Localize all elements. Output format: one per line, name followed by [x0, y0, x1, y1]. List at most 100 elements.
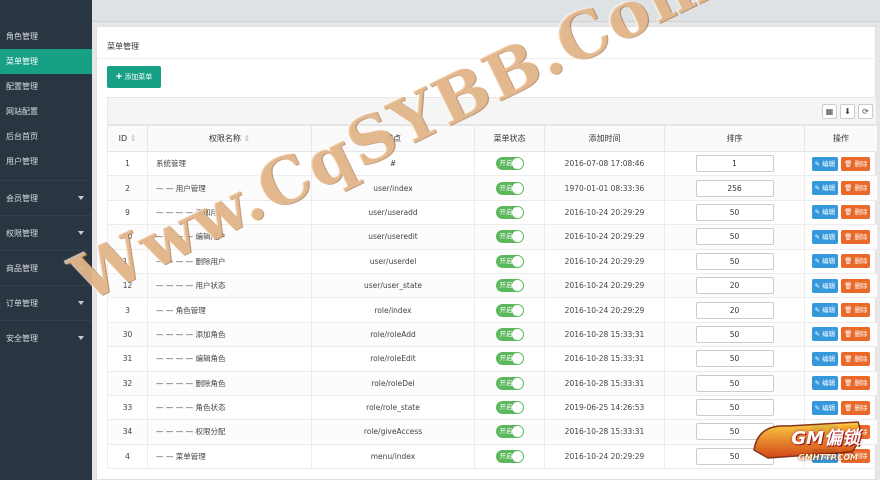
status-toggle[interactable]: 开启: [495, 327, 524, 341]
status-toggle[interactable]: 开启: [495, 425, 524, 439]
trash-icon: 🗑: [844, 306, 853, 315]
status-toggle[interactable]: 开启: [495, 352, 524, 366]
edit-button[interactable]: ✎ 编辑: [811, 327, 839, 342]
cell-time: 2016-10-28 15:33:31: [544, 321, 665, 348]
cell-sort: [664, 175, 805, 201]
table-row: 9— — — — 添加用户 user/useradd 开启 2016-10-24 20…: [107, 199, 878, 226]
cell-id: 32: [107, 370, 148, 396]
status-toggle[interactable]: 开启: [495, 279, 524, 293]
status-toggle[interactable]: 开启: [495, 205, 524, 219]
sort-input[interactable]: [695, 277, 774, 295]
toggle-knob: [511, 377, 523, 389]
status-toggle[interactable]: 开启: [495, 254, 524, 268]
cell-sort: [664, 370, 805, 396]
edit-button[interactable]: ✎ 编辑: [811, 229, 839, 244]
status-toggle[interactable]: 开启: [495, 449, 524, 463]
sort-input[interactable]: [695, 350, 774, 368]
delete-button[interactable]: 🗑 删除: [841, 376, 871, 391]
table-row: 30— — — — 添加角色 role/roleAdd 开启 2016-10-28 1…: [107, 321, 878, 348]
sidebar-item[interactable]: 菜单管理: [0, 49, 92, 74]
main-panel: 菜单管理 + 添加菜单 ▦ ⬇ ⟳ ID ⇕ 权限名称 ⇕ 节点 菜单状态 添加…: [96, 26, 878, 480]
sort-input[interactable]: [695, 325, 774, 343]
cell-status: 开启: [474, 321, 545, 348]
trash-icon: 🗑: [844, 232, 853, 241]
sort-input[interactable]: [695, 301, 774, 319]
delete-label: 删除: [854, 208, 868, 217]
cell-time: 2016-10-28 15:33:31: [544, 346, 665, 372]
edit-button[interactable]: ✎ 编辑: [811, 351, 839, 366]
add-menu-label: 添加菜单: [124, 74, 153, 81]
cell-name: — — 菜单管理: [147, 443, 312, 470]
cell-sort: [664, 224, 805, 250]
status-toggle[interactable]: 开启: [495, 157, 524, 171]
status-toggle[interactable]: 开启: [495, 181, 524, 195]
sidebar-item[interactable]: 用户管理: [0, 149, 92, 174]
edit-button[interactable]: ✎ 编辑: [811, 156, 839, 171]
edit-button[interactable]: ✎ 编辑: [811, 400, 839, 415]
sort-input[interactable]: [695, 447, 774, 465]
status-toggle[interactable]: 开启: [495, 401, 524, 415]
edit-button[interactable]: ✎ 编辑: [811, 303, 839, 318]
grid-icon[interactable]: ▦: [822, 104, 837, 119]
add-menu-button[interactable]: + 添加菜单: [107, 66, 161, 88]
delete-button[interactable]: 🗑 删除: [841, 205, 871, 220]
cell-node: user/userdel: [311, 248, 475, 274]
toggle-label: 开启: [499, 305, 513, 314]
sidebar-group[interactable]: 商品管理: [0, 250, 92, 285]
delete-button[interactable]: 🗑 删除: [841, 278, 871, 293]
sort-input[interactable]: [695, 155, 774, 173]
sort-input[interactable]: [695, 423, 774, 441]
cell-action: ✎ 编辑 🗑 删除: [804, 199, 878, 226]
sort-input[interactable]: [695, 179, 774, 197]
edit-button[interactable]: ✎ 编辑: [811, 376, 839, 391]
sort-input[interactable]: [695, 399, 774, 417]
sidebar-group[interactable]: 安全管理: [0, 320, 92, 355]
delete-button[interactable]: 🗑 删除: [841, 303, 871, 318]
sidebar-item[interactable]: 配置管理: [0, 74, 92, 99]
sort-input[interactable]: [695, 374, 774, 392]
sidebar-group[interactable]: 会员管理: [0, 180, 92, 215]
delete-button[interactable]: 🗑 删除: [841, 181, 871, 196]
cell-action: ✎ 编辑 🗑 删除: [804, 175, 878, 201]
delete-button[interactable]: 🗑 删除: [841, 327, 871, 342]
edit-button[interactable]: ✎ 编辑: [811, 254, 839, 269]
cell-sort: [664, 297, 805, 323]
cell-node: user/useradd: [311, 199, 475, 226]
col-id[interactable]: ID ⇕: [107, 125, 148, 152]
cell-time: 1970-01-01 08:33:36: [544, 175, 665, 201]
cell-action: ✎ 编辑 🗑 删除: [804, 297, 878, 323]
edit-button[interactable]: ✎ 编辑: [811, 205, 839, 220]
cell-sort: [664, 443, 805, 470]
sort-input[interactable]: [695, 203, 774, 221]
sidebar-item[interactable]: 后台首页: [0, 124, 92, 149]
sort-icon: ⇕: [243, 134, 251, 143]
status-toggle[interactable]: 开启: [495, 230, 524, 244]
delete-label: 删除: [854, 330, 868, 339]
pencil-icon: ✎: [814, 208, 821, 217]
status-toggle[interactable]: 开启: [495, 303, 524, 317]
edit-button[interactable]: ✎ 编辑: [811, 278, 839, 293]
delete-button[interactable]: 🗑 删除: [841, 254, 871, 269]
sidebar-item[interactable]: 网站配置: [0, 99, 92, 124]
status-toggle[interactable]: 开启: [495, 376, 524, 390]
delete-button[interactable]: 🗑 删除: [841, 229, 871, 244]
sort-input[interactable]: [695, 252, 774, 270]
delete-button[interactable]: 🗑 删除: [841, 156, 871, 171]
toggle-knob: [511, 231, 523, 243]
edit-label: 编辑: [822, 208, 836, 217]
col-node: 节点: [311, 125, 475, 152]
sidebar-group[interactable]: 订单管理: [0, 285, 92, 320]
sidebar-item[interactable]: 角色管理: [0, 24, 92, 49]
delete-button[interactable]: 🗑 删除: [841, 400, 871, 415]
delete-button[interactable]: 🗑 删除: [841, 351, 871, 366]
toggle-knob: [511, 402, 523, 414]
export-icon[interactable]: ⬇: [840, 104, 855, 119]
sidebar-group[interactable]: 权限管理: [0, 215, 92, 250]
col-name[interactable]: 权限名称 ⇕: [147, 125, 312, 152]
sort-input[interactable]: [695, 228, 774, 246]
edit-button[interactable]: ✎ 编辑: [811, 181, 839, 196]
cell-node: role/roleDel: [311, 370, 475, 396]
table-row: 10— — — — 编辑用户 user/useredit 开启 2016-10-24 …: [107, 224, 878, 250]
top-bar: [92, 0, 880, 22]
refresh-icon[interactable]: ⟳: [858, 104, 873, 119]
